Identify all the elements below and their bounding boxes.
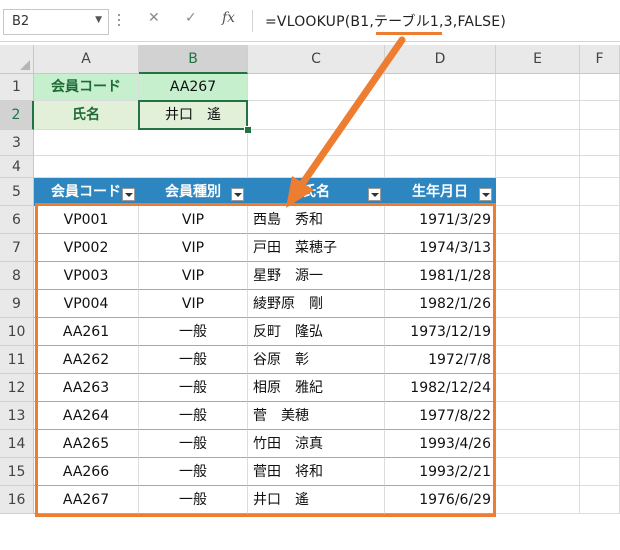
filter-dropdown-icon[interactable] [368,188,381,201]
filter-dropdown-icon[interactable] [231,188,244,201]
filter-dropdown-icon[interactable] [479,188,492,201]
column-header-f[interactable]: F [580,45,620,74]
chevron-down-icon[interactable]: ▼ [95,15,102,25]
lookup-name-label: 氏名 [34,101,139,130]
row-header-12[interactable]: 12 [0,374,34,402]
row-header-7[interactable]: 7 [0,234,34,262]
row-header-14[interactable]: 14 [0,430,34,458]
formula-bar-divider [252,10,253,32]
column-header-c[interactable]: C [248,45,385,74]
row-header-13[interactable]: 13 [0,402,34,430]
insert-function-icon[interactable]: fx [222,10,235,26]
active-cell-outline [138,100,248,130]
row-header-15[interactable]: 15 [0,458,34,486]
spreadsheet-grid: A B C D E F 1 2 3 4 5 6 7 8 9 10 11 12 13 14 15 16 会員コード AA267 氏… [0,45,620,550]
drag-handle-icon[interactable] [117,14,121,28]
table-header-2[interactable]: 会員種別 [139,178,248,206]
row-header-5[interactable]: 5 [0,178,34,206]
column-header-e[interactable]: E [496,45,580,74]
row-header-3[interactable]: 3 [0,130,34,156]
select-all-triangle-icon [20,60,30,70]
table-header-3[interactable]: 氏名 [248,178,385,206]
table-header-4[interactable]: 生年月日 [385,178,496,206]
name-box-value: B2 [12,14,30,29]
column-header-d[interactable]: D [385,45,496,74]
gridline-vertical [579,74,580,514]
cancel-icon[interactable]: ✕ [148,10,160,26]
row-header-9[interactable]: 9 [0,290,34,318]
table-highlight-box [35,203,496,517]
row-header-11[interactable]: 11 [0,346,34,374]
row-header-4[interactable]: 4 [0,156,34,178]
filter-dropdown-icon[interactable] [122,188,135,201]
column-header-a[interactable]: A [34,45,139,74]
confirm-icon[interactable]: ✓ [185,10,197,26]
lookup-code-label: 会員コード [34,74,139,101]
name-box[interactable]: B2 ▼ [3,9,109,35]
gridline-horizontal [34,155,620,156]
row-header-1[interactable]: 1 [0,74,34,101]
row-header-6[interactable]: 6 [0,206,34,234]
lookup-code-value[interactable]: AA267 [139,74,248,101]
column-header-b[interactable]: B [139,45,248,74]
row-header-2[interactable]: 2 [0,101,34,130]
row-header-16[interactable]: 16 [0,486,34,514]
formula-input[interactable]: =VLOOKUP(B1,テーブル1,3,FALSE) [265,11,506,31]
select-all-corner[interactable] [0,45,34,74]
table-header-1[interactable]: 会員コード [34,178,139,206]
row-header-10[interactable]: 10 [0,318,34,346]
fill-handle[interactable] [244,126,252,134]
formula-bar: B2 ▼ ✕ ✓ fx =VLOOKUP(B1,テーブル1,3,FALSE) [0,0,620,42]
formula-highlight-underline [376,32,442,35]
row-header-8[interactable]: 8 [0,262,34,290]
